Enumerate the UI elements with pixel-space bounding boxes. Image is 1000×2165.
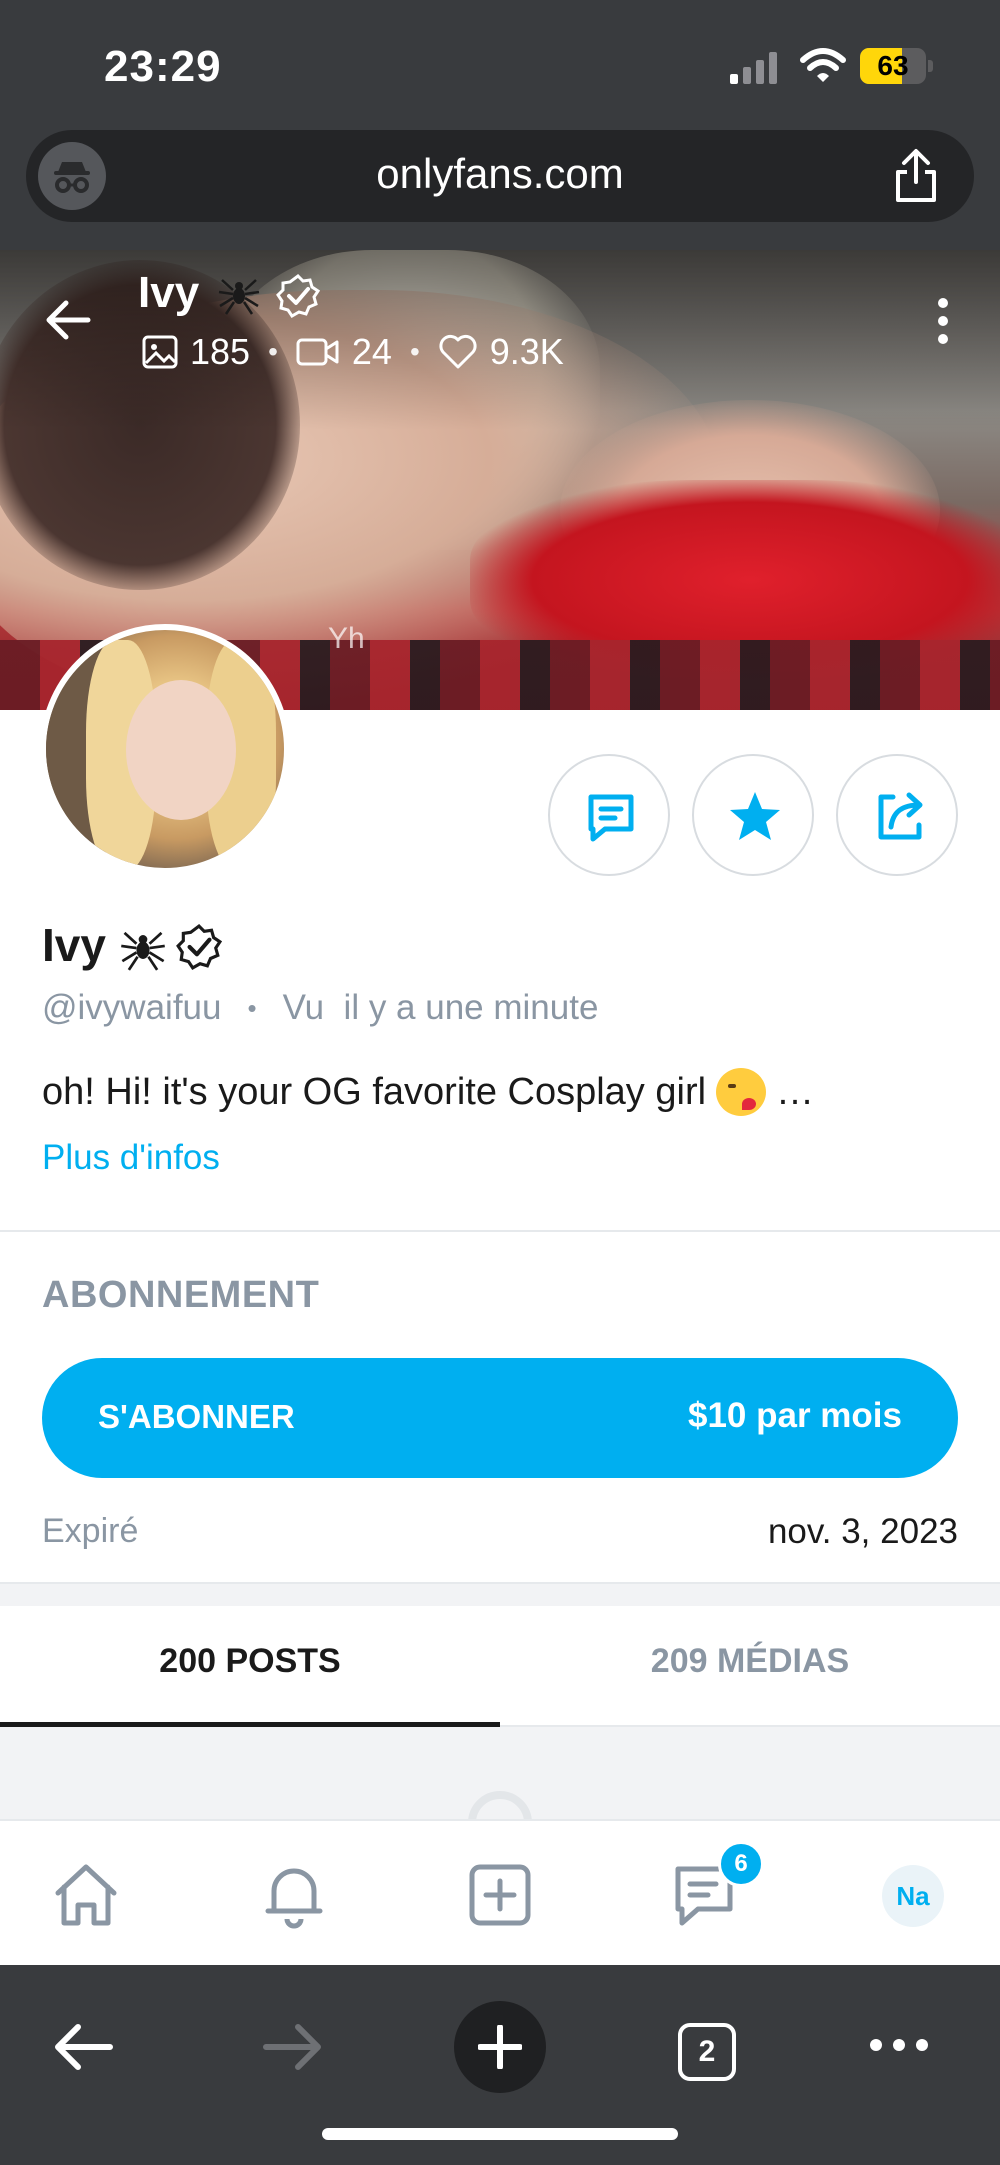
subscribe-price: $10 par mois [688, 1396, 902, 1435]
home-icon[interactable] [50, 1859, 122, 1931]
profile-name: Ivy [42, 919, 106, 971]
kiss-emoji [716, 1068, 767, 1116]
battery-indicator: 63 [860, 48, 934, 84]
header-name: Ivy [138, 268, 200, 317]
photo-count: 185 [142, 331, 250, 373]
subscribe-button[interactable]: S'ABONNER $10 par mois [42, 1358, 958, 1478]
subscription-title: ABONNEMENT [42, 1274, 320, 1316]
browser-back-icon[interactable] [52, 2019, 114, 2075]
video-count: 24 [296, 331, 392, 373]
cover-watermark: Yh [328, 622, 365, 655]
avatar[interactable] [40, 624, 290, 874]
video-icon [296, 338, 339, 366]
bio-text: oh! Hi! it's your OG favorite Cosplay gi… [42, 1070, 707, 1113]
address-bar[interactable]: onlyfans.com [26, 130, 974, 222]
tab-posts[interactable]: 200 POSTS [0, 1642, 500, 1681]
more-info-link[interactable]: Plus d'infos [42, 1138, 220, 1178]
browser-address-bar-area: onlyfans.com [0, 130, 1000, 250]
kebab-icon[interactable] [930, 296, 956, 346]
share-arrow-icon [878, 792, 923, 840]
photo-count-value: 185 [190, 331, 251, 372]
tab-media[interactable]: 209 MÉDIAS [500, 1642, 1000, 1681]
section-gap [0, 1582, 1000, 1606]
cellular-signal-icon [730, 52, 777, 84]
share-profile-button[interactable] [836, 754, 958, 876]
plus-icon [478, 2025, 522, 2069]
share-icon[interactable] [892, 148, 940, 204]
favorite-button[interactable] [692, 754, 814, 876]
star-icon [730, 792, 780, 840]
verified-icon [176, 924, 222, 970]
spider-emoji [121, 931, 165, 971]
wifi-icon [800, 48, 846, 82]
profile-handle: @ivywaifuu [42, 988, 222, 1027]
back-arrow-icon[interactable] [44, 298, 92, 342]
browser-forward-icon[interactable] [262, 2019, 324, 2075]
profile-meta: @ivywaifuu • Vu il y a une minute [42, 988, 599, 1027]
more-menu-icon[interactable] [868, 2037, 930, 2053]
message-button[interactable] [548, 754, 670, 876]
likes-count: 9.3K [438, 331, 564, 373]
messages-badge: 6 [718, 1841, 764, 1887]
profile-bio: oh! Hi! it's your OG favorite Cosplay gi… [42, 1068, 814, 1116]
bio-ellipsis: … [776, 1070, 815, 1113]
message-icon [588, 794, 634, 842]
expired-date: nov. 3, 2023 [767, 1512, 958, 1551]
likes-count-value: 9.3K [489, 331, 564, 372]
subscribe-label: S'ABONNER [98, 1398, 295, 1435]
battery-percent: 63 [877, 50, 909, 81]
add-square-icon[interactable] [464, 1859, 536, 1931]
tab-switcher-button[interactable]: 2 [678, 2023, 736, 2081]
expired-label: Expiré [42, 1512, 139, 1550]
divider [0, 1230, 1000, 1232]
last-seen: Vu il y a une minute [282, 988, 599, 1027]
video-count-value: 24 [351, 331, 392, 372]
home-indicator [322, 2128, 678, 2140]
verified-icon [276, 274, 320, 318]
status-time: 23:29 [104, 42, 222, 91]
photo-icon [142, 335, 178, 369]
spider-emoji [218, 279, 260, 315]
site-bottom-nav: 6 Na [0, 1819, 1000, 1965]
url-text[interactable]: onlyfans.com [26, 150, 974, 198]
user-avatar[interactable]: Na [882, 1865, 944, 1927]
browser-toolbar: 2 [0, 1965, 1000, 2165]
new-tab-button[interactable] [454, 2001, 546, 2093]
feed-area [0, 1727, 1000, 1855]
status-bar: 23:29 63 [0, 0, 1000, 130]
header-stats: 185 • 24 • 9.3K [142, 330, 564, 374]
bell-icon[interactable] [258, 1859, 330, 1931]
heart-icon [439, 334, 477, 369]
